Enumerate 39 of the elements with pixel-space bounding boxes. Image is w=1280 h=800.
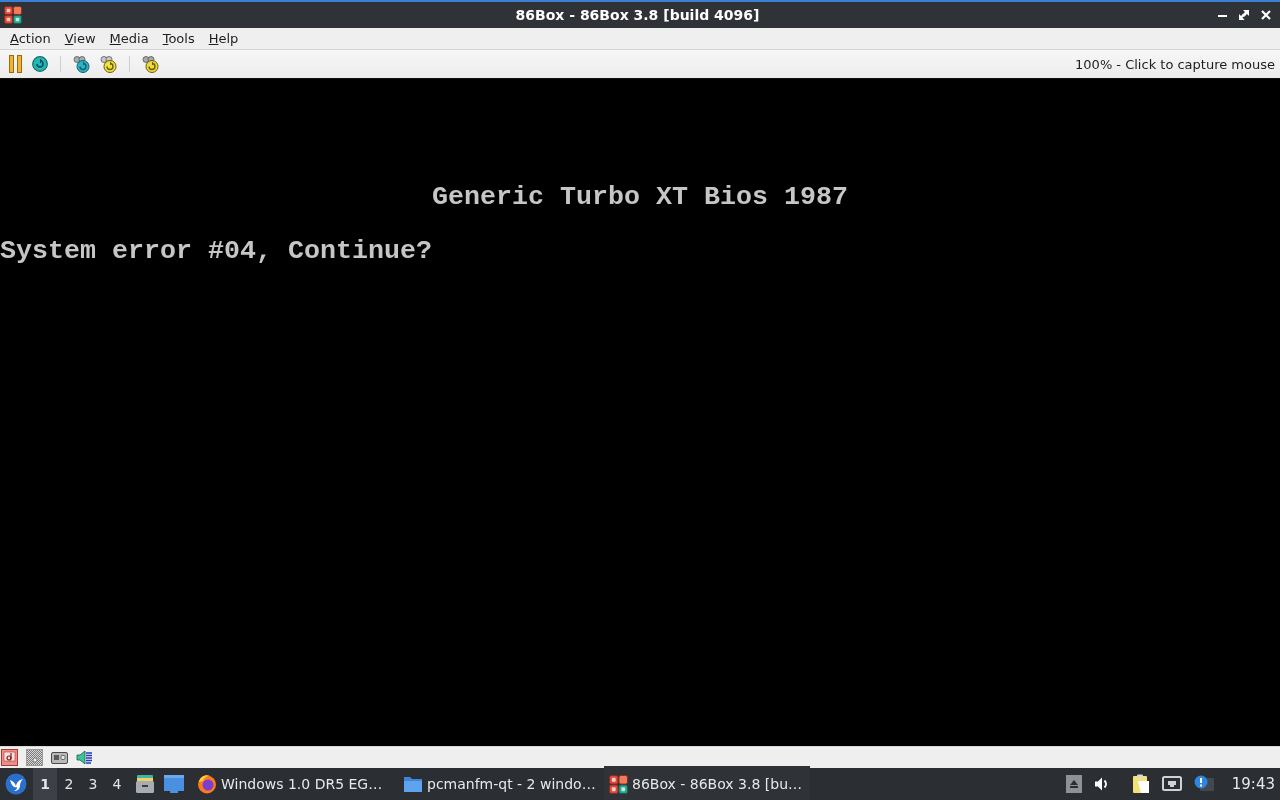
app-logo-icon[interactable] [4, 6, 22, 24]
taskbar-button[interactable]: Windows 1.0 DR5 EG… [192, 766, 398, 800]
status-text: 100% - Click to capture mouse [1075, 56, 1275, 72]
eject-icon[interactable] [1065, 775, 1082, 793]
workspace-button[interactable]: 1 [33, 768, 57, 800]
file-cabinet-icon[interactable] [135, 774, 155, 794]
browser-icon [197, 774, 217, 794]
notification-icon[interactable] [1193, 775, 1214, 793]
taskbar-button[interactable]: 86Box - 86Box 3.8 [bu… [604, 766, 810, 800]
window-title: 86Box - 86Box 3.8 [build 4096] [515, 7, 760, 23]
clipboard-icon[interactable] [1131, 774, 1150, 794]
floppy-icon[interactable] [1, 749, 18, 766]
window-icon[interactable] [164, 775, 184, 793]
gear-arrow-icon[interactable] [73, 55, 90, 73]
start-menu-icon[interactable] [5, 773, 27, 795]
gear-arrow-icon[interactable] [100, 55, 117, 73]
folder-icon [403, 775, 423, 793]
menu-item[interactable]: Media [102, 28, 156, 49]
taskbar-button[interactable]: pcmanfm-qt - 2 windo… [398, 766, 604, 800]
network-icon[interactable] [1161, 776, 1182, 792]
volume-icon[interactable] [1093, 776, 1110, 792]
bios-header-text: Generic Turbo XT Bios 1987 [432, 182, 848, 212]
gear-arrow-icon[interactable] [142, 55, 159, 73]
error-prompt-text: System error #04, Continue? [0, 236, 432, 266]
hard-drive-icon[interactable] [51, 750, 68, 765]
app-logo-icon [609, 774, 628, 794]
workspace-button[interactable]: 2 [57, 768, 81, 800]
menu-item[interactable]: Help [201, 28, 246, 49]
close-icon[interactable] [1261, 10, 1271, 20]
speaker-icon[interactable] [76, 749, 93, 766]
workspace-button[interactable]: 3 [81, 768, 105, 800]
clock-text[interactable]: 19:43 [1231, 775, 1275, 793]
workspace-button[interactable]: 4 [105, 768, 129, 800]
menu-item[interactable]: View [57, 28, 103, 49]
pause-icon[interactable] [9, 55, 22, 73]
maximize-icon[interactable] [1239, 10, 1249, 20]
menu-item[interactable]: Action [3, 28, 58, 49]
menu-item[interactable]: Tools [155, 28, 202, 49]
checkered-drive-icon[interactable] [26, 749, 43, 766]
